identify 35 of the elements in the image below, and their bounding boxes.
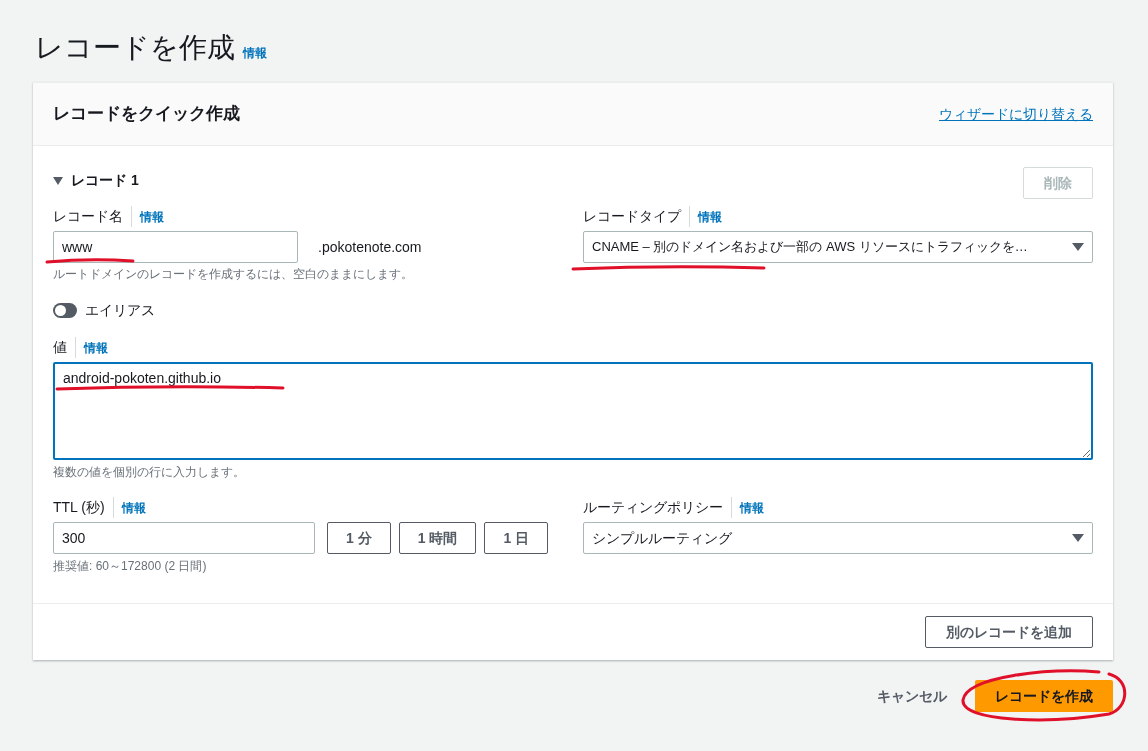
create-record-button[interactable]: レコードを作成 (975, 680, 1113, 712)
ttl-preset-button[interactable]: 1 時間 (398, 522, 477, 554)
field-hint: 複数の値を個別の行に入力します。 (53, 464, 246, 481)
info-link[interactable]: 情報 (113, 498, 146, 517)
dropdown-caret-icon (1072, 534, 1084, 542)
info-link[interactable]: 情報 (690, 207, 722, 226)
record-name-field[interactable]: www (53, 231, 298, 263)
add-record-button[interactable]: 別のレコードを追加 (925, 616, 1093, 648)
field-label: TTL (秒) (53, 497, 114, 518)
field-label: レコード名 (53, 206, 132, 227)
info-link[interactable]: 情報 (76, 338, 108, 357)
cancel-button[interactable]: キャンセル (869, 685, 955, 707)
alias-toggle[interactable] (53, 303, 77, 318)
routing-policy-select[interactable]: シンプルルーティング (583, 522, 1093, 554)
record-type-select[interactable]: CNAME – 別のドメイン名および一部の AWS リソースにトラフィックを… (583, 231, 1093, 263)
info-link[interactable]: 情報 (732, 498, 764, 517)
info-link[interactable]: 情報 (243, 44, 267, 62)
caret-icon (53, 175, 63, 186)
alias-label: エイリアス (85, 301, 155, 320)
dropdown-caret-icon (1072, 243, 1084, 251)
field-label: レコードタイプ (583, 206, 690, 227)
wizard-link[interactable]: ウィザードに切り替える (939, 103, 1093, 125)
ttl-preset-button[interactable]: 1 分 (327, 522, 391, 554)
ttl-preset-button[interactable]: 1 日 (484, 522, 549, 554)
field-hint: 推奨値: 60～172800 (2 日間) (53, 558, 208, 575)
field-label: ルーティングポリシー (583, 497, 732, 518)
card-title: レコードをクイック作成 (53, 103, 240, 126)
domain-suffix: .pokotenote.com (318, 237, 422, 257)
field-label: 値 (53, 337, 76, 358)
info-link[interactable]: 情報 (132, 207, 164, 226)
value-field[interactable]: android-pokoten.github.io (53, 362, 1093, 460)
section-toggle[interactable]: レコード 1 (53, 170, 139, 191)
page-title: レコードを作成 (35, 31, 235, 65)
ttl-field[interactable]: 300 (53, 522, 315, 554)
field-hint: ルートドメインのレコードを作成するには、空白のままにします。 (53, 266, 414, 283)
